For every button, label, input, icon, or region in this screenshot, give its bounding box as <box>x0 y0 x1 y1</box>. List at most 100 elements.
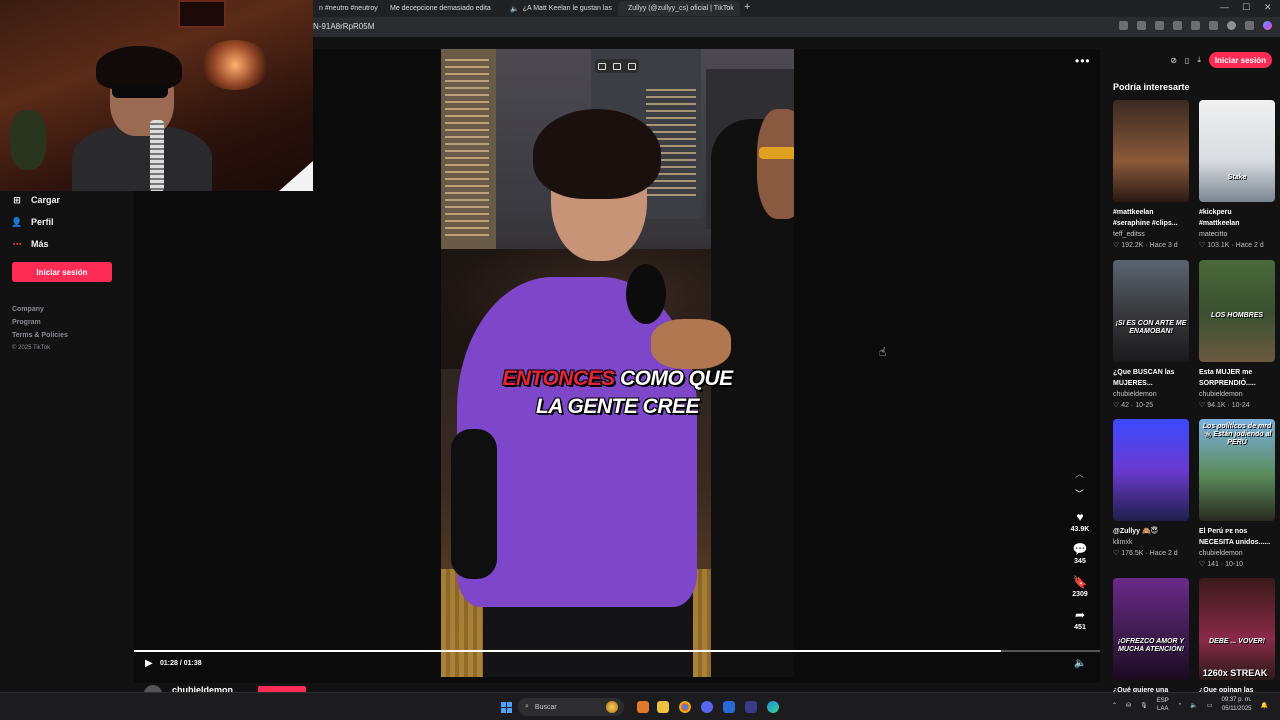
more-options-icon[interactable]: ••• <box>1075 54 1091 68</box>
card-title-line2[interactable]: NECESITA unidos...... <box>1199 537 1275 548</box>
comment-button[interactable]: 💬 345 <box>1064 542 1096 565</box>
speaker-icon[interactable]: 🔈 <box>1190 702 1197 709</box>
sidebar-item-profile[interactable]: 👤 Perfil <box>11 217 53 228</box>
suggestion-card[interactable]: #mattkeelan #seraphine #clips... teff_edit… <box>1113 100 1189 251</box>
browser-tab-active[interactable]: Zullyy (@zullyy_cs) oficial | TikTok ✕ <box>618 1 740 16</box>
browser-tab[interactable]: 🔈 ¿A Matt Keelan le gustan las ✕ <box>500 1 616 16</box>
favorites-icon[interactable] <box>1209 21 1218 30</box>
menu-dots-icon[interactable] <box>1245 21 1254 30</box>
notification-icon[interactable]: 🔔 <box>1261 702 1268 709</box>
close-window-icon[interactable]: ✕ <box>1264 2 1272 13</box>
thumbnail[interactable]: Los políticos de mrd 🐀 Están jodiendo al… <box>1199 419 1275 521</box>
app-icon[interactable] <box>745 701 757 713</box>
suggestion-card[interactable]: ¡OFREZCO AMOR Y MUCHA ATENCIÓN! ¿Qué quie… <box>1113 578 1189 692</box>
browser-tab[interactable]: n #neutro #neutroy ✕ <box>313 1 379 16</box>
edge-icon[interactable] <box>767 701 779 713</box>
rail-login-button[interactable]: Iniciar sesión <box>1208 52 1272 68</box>
thumbnail[interactable] <box>1113 100 1189 202</box>
mic-icon[interactable]: 🎙 <box>1140 702 1148 709</box>
suggestion-card[interactable]: LOS HOMBRES Esta MUJER me SORPRENDIÓ..... c… <box>1199 260 1275 411</box>
pip-icon[interactable] <box>598 62 607 70</box>
card-title[interactable]: El Perú ᴘᴇ nos <box>1199 526 1275 537</box>
app-icon[interactable] <box>723 701 735 713</box>
clock[interactable]: 09:37 p. m. 05/11/2025 <box>1221 696 1251 714</box>
maximize-icon[interactable]: ☐ <box>1242 2 1250 13</box>
thumbnail[interactable]: LOS HOMBRES <box>1199 260 1275 362</box>
card-title-line2[interactable]: #seraphine #clips... <box>1113 218 1189 229</box>
thumbnail[interactable] <box>1113 419 1189 521</box>
volume-icon[interactable]: 🔈 <box>1074 658 1086 669</box>
card-title[interactable]: #kickperu <box>1199 207 1275 218</box>
thumbnail[interactable]: ¡OFREZCO AMOR Y MUCHA ATENCIÓN! <box>1113 578 1189 680</box>
card-title[interactable]: ¿Qué quiere una <box>1113 685 1189 692</box>
battery-icon[interactable]: ▭ <box>1207 702 1213 709</box>
card-author[interactable]: chubieldemon <box>1199 548 1275 559</box>
chevron-up-icon[interactable]: ︿ <box>1075 467 1084 480</box>
streamer-glasses <box>112 84 168 98</box>
footer-link-program[interactable]: Program <box>12 316 68 329</box>
suggestion-card[interactable]: DEBE ... VOVER! 1260x STREAK ¿Que opinan l… <box>1199 578 1275 692</box>
progress-bar[interactable] <box>134 650 1100 652</box>
card-title-line2[interactable]: MUJERES... <box>1113 378 1189 389</box>
discord-icon[interactable] <box>701 701 713 713</box>
sidebar-item-more[interactable]: ⋯ Más <box>12 239 49 250</box>
screenshot-icon[interactable] <box>612 62 621 70</box>
suggestion-card[interactable]: @Zullyy 🙈😇 klimxk ♡ 176.5K · Hace 2 d <box>1113 419 1189 559</box>
login-button[interactable]: Iniciar sesión <box>12 262 112 282</box>
minimize-icon[interactable]: — <box>1220 2 1229 12</box>
sidebar-item-upload[interactable]: ⊞ Cargar <box>12 195 60 206</box>
card-author[interactable]: chubieldemon <box>1199 389 1275 400</box>
card-title[interactable]: Esta MUJER me <box>1199 367 1275 378</box>
card-title[interactable]: ¿Que opinan las <box>1199 685 1275 692</box>
like-button[interactable]: ♥ 43.9K <box>1064 510 1096 533</box>
card-title[interactable]: #mattkeelan <box>1113 207 1189 218</box>
card-author[interactable]: teff_editss <box>1113 229 1189 240</box>
wifi-icon[interactable]: ◔ <box>1178 702 1182 708</box>
windows-start-icon[interactable] <box>501 702 512 713</box>
taskbar-search[interactable]: ⌕ Buscar <box>518 698 624 716</box>
profile-icon[interactable] <box>1227 21 1236 30</box>
like-count: 43.9K <box>1070 526 1090 533</box>
download-icon[interactable]: ⤓ <box>1197 55 1201 65</box>
favorite-star-icon[interactable] <box>1155 21 1164 30</box>
card-title[interactable]: @Zullyy 🙈😇 <box>1113 526 1189 537</box>
card-author[interactable]: klimxk <box>1113 537 1189 548</box>
url-text[interactable]: N-91A8rRpR05M <box>313 22 374 31</box>
share-button[interactable]: ➦ 451 <box>1064 608 1096 631</box>
chevron-down-icon[interactable]: ﹀ <box>1075 487 1084 500</box>
card-title[interactable]: ¿Que BUSCAN las <box>1113 367 1189 378</box>
footer-link-company[interactable]: Company <box>12 303 68 316</box>
translate-icon[interactable] <box>627 62 636 70</box>
footer-link-terms[interactable]: Terms & Policies <box>12 329 68 342</box>
card-author[interactable]: matecitto <box>1199 229 1275 240</box>
author-strip: chubieldemon <box>134 683 1100 703</box>
split-screen-icon[interactable] <box>1191 21 1200 30</box>
network-icon[interactable]: ⛁ <box>1126 702 1131 709</box>
card-title-line2[interactable]: #mattkeelan <box>1199 218 1275 229</box>
chevron-up-icon[interactable]: ⌃ <box>1112 702 1117 709</box>
card-author[interactable]: chubieldemon <box>1113 389 1189 400</box>
thumbnail[interactable]: ¡SI ES CON ARTE ME ENAMOBAN! <box>1113 260 1189 362</box>
browser-tab[interactable]: Me decepcione demasiado edita ✕ <box>380 1 498 16</box>
language-indicator[interactable]: ESP LAA <box>1157 697 1169 713</box>
play-icon[interactable]: ▶ <box>145 658 153 669</box>
compass-icon[interactable]: ⊘ <box>1170 56 1177 65</box>
phone-icon[interactable]: ▯ <box>1185 56 1189 65</box>
suggestion-card[interactable]: Stake #kickperu #mattkeelan matecitto ♡ 103.… <box>1199 100 1275 251</box>
thumbnail[interactable]: DEBE ... VOVER! 1260x STREAK <box>1199 578 1275 680</box>
speaker-icon[interactable]: 🔈 <box>510 5 519 13</box>
card-title-line2[interactable]: SORPRENDIÓ..... <box>1199 378 1275 389</box>
new-tab-button[interactable]: + <box>744 1 750 13</box>
copilot-icon[interactable] <box>1263 21 1272 30</box>
video-frame[interactable]: ENTONCES COMO QUE LA GENTE CREE <box>441 49 794 677</box>
suggestion-card[interactable]: ¡SI ES CON ARTE ME ENAMOBAN! ¿Que BUSCAN … <box>1113 260 1189 411</box>
save-button[interactable]: 🔖 2309 <box>1064 575 1096 598</box>
file-explorer-icon[interactable] <box>657 701 669 713</box>
app-icon[interactable] <box>1119 21 1128 30</box>
read-aloud-icon[interactable] <box>1137 21 1146 30</box>
suggestion-card[interactable]: Los políticos de mrd 🐀 Están jodiendo al… <box>1199 419 1275 570</box>
thumbnail[interactable]: Stake <box>1199 100 1275 202</box>
app-icon[interactable] <box>637 701 649 713</box>
chrome-icon[interactable] <box>679 701 691 713</box>
extensions-icon[interactable] <box>1173 21 1182 30</box>
